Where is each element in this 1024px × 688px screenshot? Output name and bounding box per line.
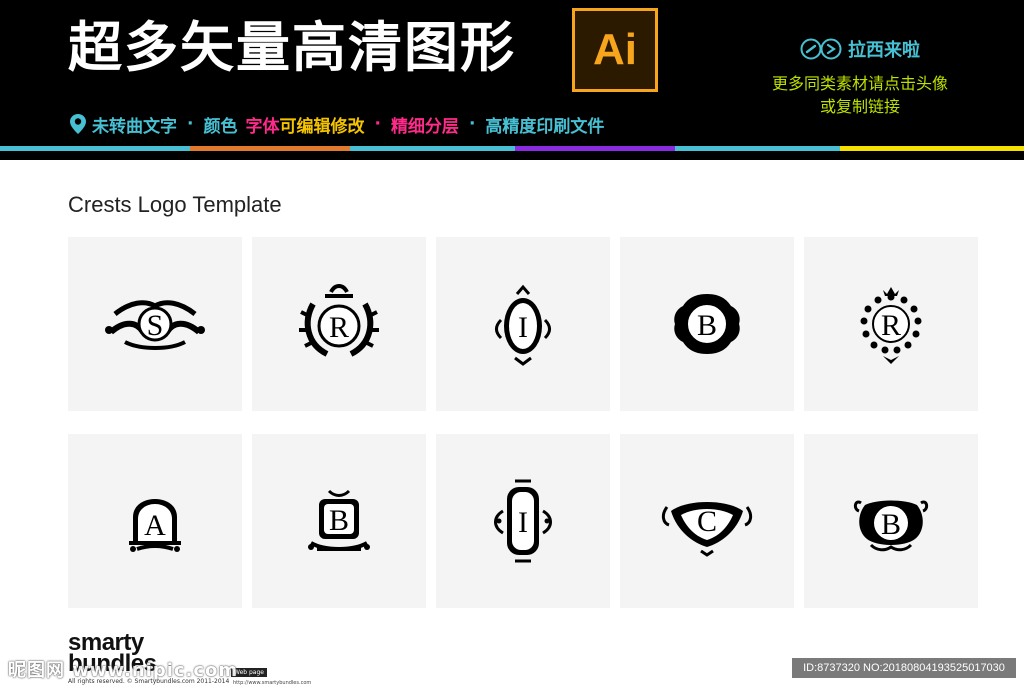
brand-link[interactable]: 拉西来啦 (800, 36, 920, 62)
crest-tile[interactable]: B (252, 434, 426, 608)
color-stripe-bar (0, 146, 1024, 151)
header-banner: 超多矢量高清图形 Ai 未转曲文字 · 颜色 字体 可编辑修改 · 精细分层 ·… (0, 0, 1024, 160)
crest-tile[interactable]: A (68, 434, 242, 608)
shield-crest-icon: C (661, 502, 753, 557)
brand-name: 拉西来啦 (848, 40, 920, 61)
section-title: Crests Logo Template (68, 192, 282, 217)
feature-font: 字体 (245, 116, 280, 137)
crest-tile[interactable]: R (804, 237, 978, 411)
banner-title: 超多矢量高清图形 (68, 16, 516, 79)
swirl-crest-icon: B (853, 500, 929, 552)
crest-tile[interactable]: I (436, 434, 610, 608)
feature-list: 未转曲文字 · 颜色 字体 可编辑修改 · 精细分层 · 高精度印刷文件 (70, 111, 604, 137)
illustrator-badge-icon: Ai (572, 8, 658, 92)
crest-tile[interactable]: I (436, 237, 610, 411)
crest-letter: R (329, 311, 349, 344)
scroll-crest-icon: S (105, 300, 205, 350)
crest-tile[interactable]: B (620, 237, 794, 411)
promo-line-1: 更多同类素材请点击头像 (771, 74, 948, 93)
feature-layered: 精细分层 (390, 116, 459, 137)
stripe-segment (840, 146, 1024, 151)
crest-letter: I (518, 506, 528, 539)
crest-letter: A (144, 509, 166, 542)
crest-letter: I (518, 311, 528, 344)
crest-letter: S (147, 309, 164, 342)
stripe-segment (515, 146, 675, 151)
pearl-crown-crest-icon: R (860, 287, 922, 364)
oval-crest-icon: I (495, 284, 551, 366)
crest-letter: B (697, 309, 717, 342)
image-id-stamp: ID:8737320 NO:20180804193525017030 (792, 658, 1016, 678)
crest-tile[interactable]: R (252, 237, 426, 411)
badge-text: Ai (593, 25, 637, 74)
location-pin-icon (70, 114, 86, 134)
feature-unoutlined-text: 未转曲文字 (92, 116, 177, 137)
feature-color: 颜色 (203, 116, 238, 137)
stripe-segment (190, 146, 350, 151)
separator-dot: · (468, 114, 476, 134)
stripe-segment (350, 146, 515, 151)
crest-letter: R (881, 309, 901, 342)
stripe-segment (0, 146, 190, 151)
badge-crest-icon: B (674, 294, 740, 354)
crest-letter: B (329, 504, 349, 537)
promo-line-2: 或复制链接 (819, 97, 900, 116)
crest-letter: B (881, 508, 901, 541)
feature-print: 高精度印刷文件 (485, 116, 605, 137)
stripe-segment (675, 146, 840, 151)
feature-editable: 可编辑修改 (279, 116, 365, 137)
crest-tile[interactable]: B (804, 434, 978, 608)
frame-crest-icon: I (494, 479, 552, 563)
crest-grid: S R I B R A B I C B (68, 237, 978, 608)
laurel-crest-icon: R (299, 284, 379, 357)
separator-dot: · (187, 114, 194, 134)
link-chain-icon (800, 38, 842, 60)
crest-tile[interactable]: S (68, 237, 242, 411)
webpage-url[interactable]: http://www.smartybundles.com (233, 680, 311, 686)
promo-text: 更多同类素材请点击头像 或复制链接 (760, 72, 960, 118)
square-crest-icon: B (308, 489, 370, 551)
site-watermark: 昵图网 www.nipic.com (8, 660, 239, 681)
arch-crest-icon: A (129, 499, 181, 552)
separator-dot: · (374, 114, 381, 134)
crest-tile[interactable]: C (620, 434, 794, 608)
crest-letter: C (697, 505, 717, 538)
